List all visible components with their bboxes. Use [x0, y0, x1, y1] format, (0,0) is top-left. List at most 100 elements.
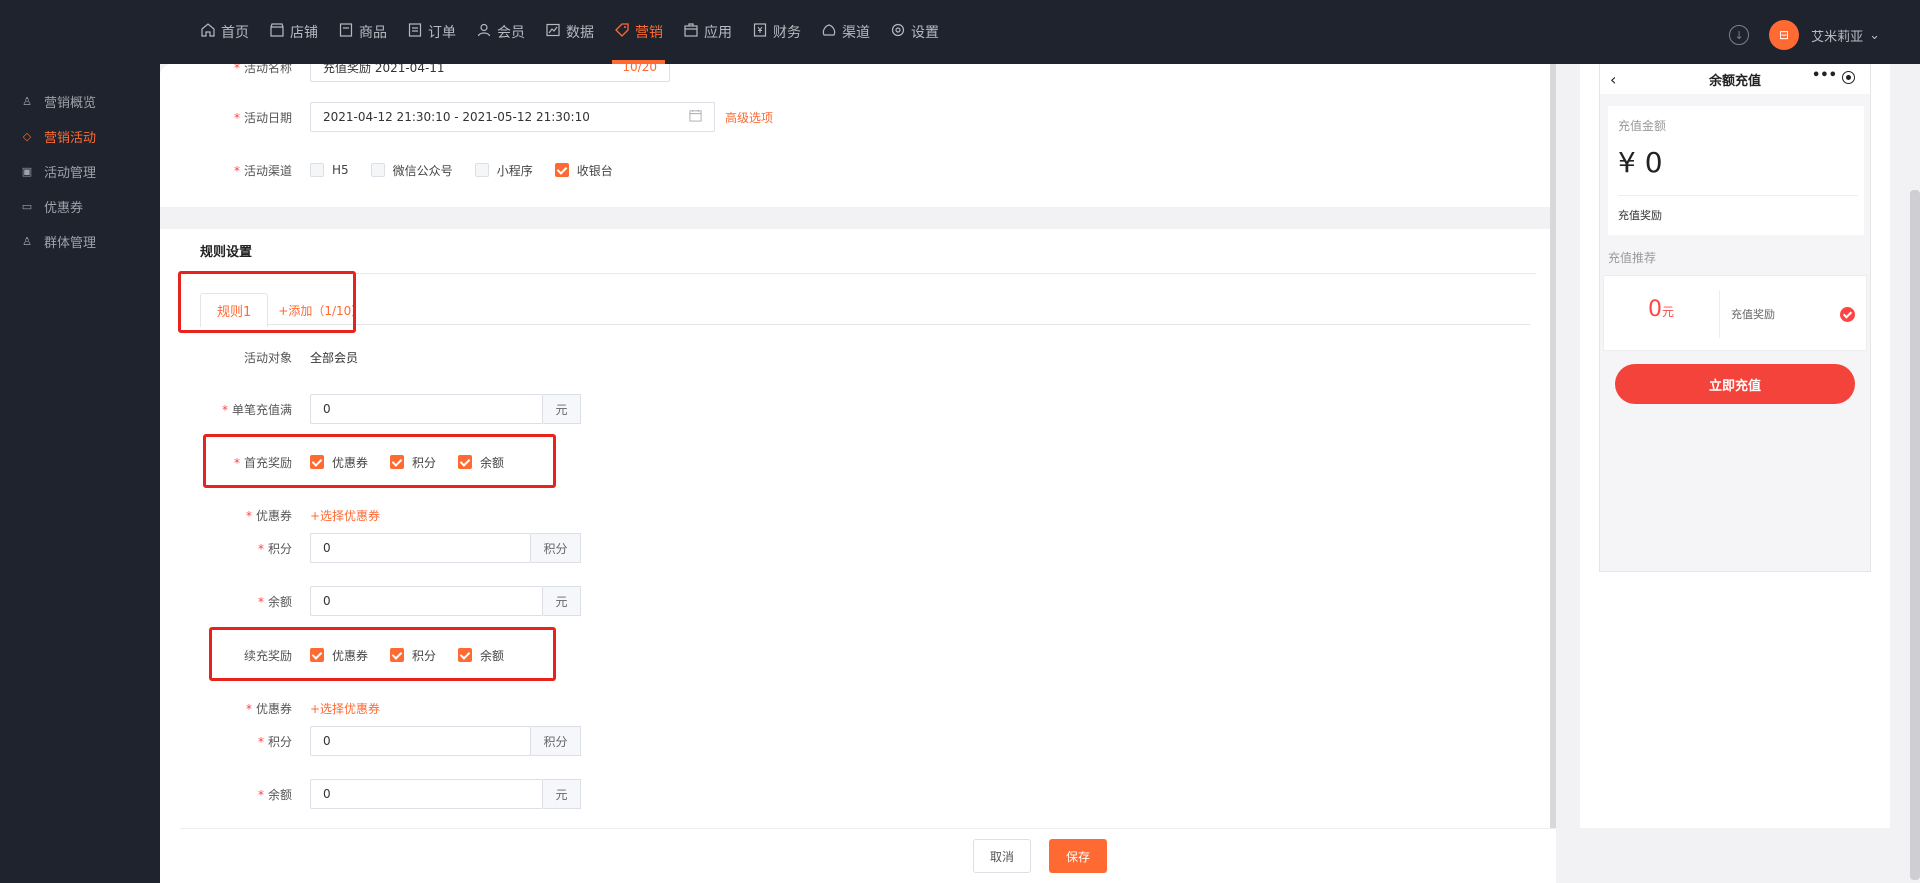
coupon-label: 优惠券 — [255, 701, 292, 716]
nav-label: 首页 — [221, 25, 249, 41]
recommend-label: 充值推荐 — [1608, 251, 1657, 265]
renew-balance-input[interactable]: 0 — [310, 779, 543, 809]
first-points-row: * 积分 0 积分 — [180, 533, 581, 563]
nav-member[interactable]: 会员 — [466, 0, 535, 64]
scrollbar[interactable] — [1550, 64, 1556, 829]
points-label: 积分 — [267, 734, 292, 749]
unit-points: 积分 — [531, 726, 581, 756]
home-icon — [200, 22, 221, 42]
preview-scrollbar[interactable] — [1910, 190, 1920, 880]
username[interactable]: 艾米莉亚 — [1811, 26, 1863, 45]
first-balance-input[interactable]: 0 — [310, 586, 543, 616]
top-navbar: 首页 店铺 商品 订单 会员 数据 营销 应用 财务 渠道 设置 ↓ ⊟ 艾米莉… — [0, 0, 1920, 64]
nav-home[interactable]: 首页 — [190, 0, 259, 64]
channel-h5-checkbox[interactable]: H5 — [310, 163, 349, 177]
date-range-value: 2021-04-12 21:30:10 - 2021-05-12 21:30:1… — [323, 110, 590, 124]
highlight-box — [209, 627, 556, 681]
unit-points: 积分 — [531, 533, 581, 563]
shop-icon — [269, 22, 290, 42]
sidebar-item-manage[interactable]: ▣ 活动管理 — [0, 154, 160, 189]
unit-yuan: 元 — [543, 394, 581, 424]
nav-label: 店铺 — [290, 25, 318, 41]
select-coupon-link[interactable]: +选择优惠券 — [310, 700, 380, 717]
phone-preview: ‹ 余额充值 ••• 充值金额 ¥ 0 充值奖励 充值推荐 0元 充值奖励 立即… — [1599, 64, 1871, 572]
highlight-box — [178, 271, 356, 333]
download-icon[interactable]: ↓ — [1729, 25, 1750, 45]
nav-app[interactable]: 应用 — [673, 0, 742, 64]
single-recharge-input[interactable]: 0 — [310, 394, 543, 424]
nav-data[interactable]: 数据 — [535, 0, 604, 64]
channel-label: 活动渠道 — [243, 163, 292, 178]
avatar[interactable]: ⊟ — [1769, 20, 1800, 50]
renew-coupon-row: * 优惠券 +选择优惠券 — [245, 700, 381, 717]
first-coupon-row: * 优惠券 +选择优惠券 — [245, 507, 381, 524]
gear-icon — [890, 22, 911, 42]
sidebar-item-label: 营销活动 — [44, 131, 97, 146]
advanced-options-link[interactable]: 高级选项 — [725, 109, 773, 126]
renew-balance-row: * 余额 0 元 — [180, 779, 581, 809]
date-range-input[interactable]: 2021-04-12 21:30:10 - 2021-05-12 21:30:1… — [310, 102, 715, 132]
tag-icon — [614, 22, 635, 42]
single-label: 单笔充值满 — [231, 402, 292, 417]
target-row: 活动对象 全部会员 — [180, 342, 358, 372]
amount-card: 充值金额 ¥ 0 充值奖励 — [1608, 106, 1864, 235]
overview-icon: ♙ — [22, 95, 32, 108]
channel-row: * 活动渠道 H5 微信公众号 小程序 收银台 — [233, 162, 613, 179]
sidebar-item-group[interactable]: ♙ 群体管理 — [0, 224, 160, 259]
nav-label: 会员 — [497, 25, 525, 41]
tag-icon: ◇ — [22, 130, 32, 143]
recommend-option[interactable]: 0元 充值奖励 — [1603, 275, 1867, 351]
back-icon[interactable]: ‹ — [1610, 70, 1616, 89]
activity-name-value: 充值奖励 2021-04-11 — [323, 64, 445, 75]
channel-wechat-checkbox[interactable]: 微信公众号 — [370, 162, 453, 179]
rules-section-title: 规则设置 — [200, 245, 253, 260]
nav-label: 财务 — [773, 25, 801, 41]
cancel-button[interactable]: 取消 — [973, 839, 1031, 873]
nav-shop[interactable]: 店铺 — [259, 0, 328, 64]
target-value: 全部会员 — [310, 350, 359, 365]
nav-marketing[interactable]: 营销 — [604, 0, 673, 64]
more-icon[interactable]: ••• — [1812, 68, 1837, 83]
rec-amount: 0 — [1648, 297, 1662, 322]
nav-product[interactable]: 商品 — [328, 0, 397, 64]
recharge-now-button[interactable]: 立即充值 — [1615, 364, 1855, 404]
first-points-input[interactable]: 0 — [310, 533, 531, 563]
sidebar-item-coupon[interactable]: ▭ 优惠券 — [0, 189, 160, 224]
nav-finance[interactable]: 财务 — [742, 0, 811, 64]
nav-label: 渠道 — [842, 25, 870, 41]
chart-icon — [545, 22, 566, 42]
sidebar-item-campaigns[interactable]: ◇ 营销活动 — [0, 119, 160, 154]
sidebar-item-label: 群体管理 — [44, 236, 97, 251]
activity-name-input[interactable]: 充值奖励 2021-04-11 10/20 — [310, 64, 670, 82]
capsule-close-icon[interactable] — [1842, 71, 1855, 84]
chevron-down-icon[interactable]: ⌄ — [1869, 28, 1880, 43]
select-coupon-link[interactable]: +选择优惠券 — [310, 507, 380, 524]
main-nav: 首页 店铺 商品 订单 会员 数据 营销 应用 财务 渠道 设置 — [190, 0, 949, 64]
points-label: 积分 — [267, 541, 292, 556]
app-icon — [683, 22, 704, 42]
amount-label: 充值金额 — [1618, 119, 1667, 133]
name-row: * 活动名称 充值奖励 2021-04-11 10/20 — [180, 64, 670, 82]
unit-yuan: 元 — [543, 779, 581, 809]
member-icon — [476, 22, 497, 42]
renew-points-input[interactable]: 0 — [310, 726, 531, 756]
user-area: ↓ ⊟ 艾米莉亚 ⌄ — [1729, 20, 1880, 50]
nav-settings[interactable]: 设置 — [880, 0, 949, 64]
sidebar-item-label: 营销概览 — [44, 96, 97, 111]
save-button[interactable]: 保存 — [1049, 839, 1107, 873]
nav-label: 营销 — [635, 25, 663, 41]
char-count: 10/20 — [622, 64, 657, 74]
group-icon: ♙ — [22, 235, 32, 248]
sidebar-item-overview[interactable]: ♙ 营销概览 — [0, 84, 160, 119]
nav-channel[interactable]: 渠道 — [811, 0, 880, 64]
nav-label: 商品 — [359, 25, 387, 41]
calendar-icon — [689, 109, 702, 125]
phone-header: ‹ 余额充值 ••• — [1600, 64, 1870, 94]
rec-unit: 元 — [1662, 305, 1675, 319]
amount-value: ¥ 0 — [1618, 146, 1663, 179]
channel-cashier-checkbox[interactable]: 收银台 — [554, 162, 613, 179]
channel-miniprogram-checkbox[interactable]: 小程序 — [474, 162, 533, 179]
nav-order[interactable]: 订单 — [397, 0, 466, 64]
name-label: 活动名称 — [243, 64, 292, 75]
target-label: 活动对象 — [243, 350, 292, 365]
